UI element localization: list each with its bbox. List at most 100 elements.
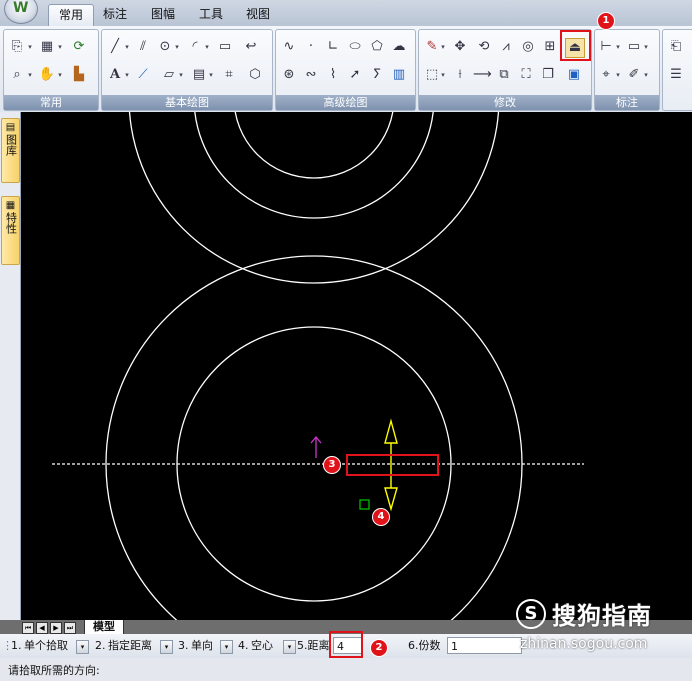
- block-icon[interactable]: ⌗: [220, 66, 238, 84]
- pick-box: [359, 499, 370, 510]
- app-menu-button[interactable]: W: [4, 0, 38, 24]
- group-label: 高级绘图: [276, 95, 415, 110]
- arc-icon[interactable]: ◜: [186, 38, 204, 56]
- trim-icon[interactable]: ⟊: [451, 66, 469, 84]
- wave-icon[interactable]: ∾: [302, 66, 320, 84]
- table-icon[interactable]: ▤: [190, 66, 208, 84]
- chevron-down-icon[interactable]: ▾: [615, 66, 621, 84]
- curve-icon[interactable]: ⵢ: [368, 66, 386, 84]
- box-select-icon[interactable]: ⬚: [423, 66, 441, 84]
- chevron-down-icon[interactable]: ▾: [174, 38, 180, 56]
- pick-mode-dropdown[interactable]: ▾: [76, 640, 89, 654]
- rectangle-icon[interactable]: ▭: [216, 38, 234, 56]
- tab-common[interactable]: 常用: [48, 4, 95, 26]
- text-style-icon[interactable]: ▭: [625, 38, 643, 56]
- polyline-icon[interactable]: ↩: [242, 38, 260, 56]
- prev-layout-button[interactable]: ◀: [36, 622, 48, 634]
- clipboard-copy-icon[interactable]: ⎘: [8, 38, 26, 56]
- tab-properties[interactable]: ▦ 特性: [1, 196, 20, 265]
- erase-icon[interactable]: ✎: [423, 38, 441, 56]
- copies-input[interactable]: 1: [447, 637, 522, 654]
- slash-icon[interactable]: ⟋: [134, 66, 152, 84]
- insert-icon[interactable]: ▥: [390, 66, 408, 84]
- tab-sheet[interactable]: 图幅: [141, 4, 185, 25]
- tab-model[interactable]: 模型: [84, 620, 124, 635]
- chevron-down-icon[interactable]: ▾: [440, 66, 446, 84]
- circle-icon[interactable]: ⊙: [156, 38, 174, 56]
- mirror-icon[interactable]: ⩘: [497, 38, 515, 56]
- pick-mode-value[interactable]: 单个拾取: [24, 638, 68, 654]
- brush-icon[interactable]: ▙: [70, 66, 88, 84]
- text-icon[interactable]: A: [106, 66, 124, 84]
- top-middle-circle[interactable]: [194, 112, 434, 219]
- option-1-number: 1.: [11, 639, 22, 652]
- pattern-icon[interactable]: ⊛: [280, 66, 298, 84]
- document-icon[interactable]: ⎗: [667, 38, 685, 56]
- chevron-down-icon[interactable]: ▾: [208, 66, 214, 84]
- paste-icon[interactable]: ▦: [38, 38, 56, 56]
- spline-icon[interactable]: ∿: [280, 38, 298, 56]
- chevron-down-icon[interactable]: ▾: [178, 66, 184, 84]
- app-logo-icon: W: [13, 0, 29, 16]
- chevron-down-icon[interactable]: ▾: [643, 38, 649, 56]
- tolerance-icon[interactable]: ⌖: [597, 66, 615, 84]
- group-label: 修改: [419, 95, 591, 110]
- explode-icon[interactable]: ▣: [565, 66, 583, 84]
- scale-icon[interactable]: ⧉: [495, 66, 513, 84]
- dimension-icon[interactable]: ⊢: [597, 38, 615, 56]
- first-layout-button[interactable]: ⏮: [22, 622, 34, 634]
- extend-icon[interactable]: ⟶: [473, 66, 492, 84]
- direction-mode-dropdown[interactable]: ▾: [220, 640, 233, 654]
- tab-library[interactable]: ▤ 图库: [1, 118, 20, 183]
- angle-icon[interactable]: ∟: [324, 38, 342, 56]
- parallel-line-icon[interactable]: ⫽: [134, 38, 152, 56]
- chevron-down-icon[interactable]: ▾: [27, 66, 33, 84]
- chevron-down-icon[interactable]: ▾: [643, 66, 649, 84]
- match-properties-icon[interactable]: ⟳: [70, 38, 88, 56]
- last-layout-button[interactable]: ⏭: [64, 622, 76, 634]
- stretch-icon[interactable]: ⛶: [517, 66, 535, 84]
- chevron-down-icon[interactable]: ▾: [57, 38, 63, 56]
- chevron-down-icon[interactable]: ▾: [124, 66, 130, 84]
- next-layout-button[interactable]: ▶: [50, 622, 62, 634]
- revision-cloud-icon[interactable]: ☁: [390, 38, 408, 56]
- chevron-down-icon[interactable]: ▾: [124, 38, 130, 56]
- highlight-equidistant-button: [560, 30, 591, 61]
- break-icon[interactable]: ⌇: [324, 66, 342, 84]
- polygon-icon[interactable]: ⬠: [368, 38, 386, 56]
- chevron-down-icon[interactable]: ▾: [615, 38, 621, 56]
- zoom-icon[interactable]: ⌕: [8, 66, 26, 84]
- drawing-canvas[interactable]: [21, 112, 692, 620]
- chevron-down-icon[interactable]: ▾: [57, 66, 63, 84]
- region-icon[interactable]: ⬡: [246, 66, 264, 84]
- copy-icon[interactable]: ❐: [539, 66, 557, 84]
- bottom-outer-circle[interactable]: [105, 255, 523, 620]
- tab-annotate[interactable]: 标注: [93, 4, 137, 25]
- top-outer-circle[interactable]: [128, 112, 500, 284]
- lineweight-icon[interactable]: ☰: [667, 66, 685, 84]
- array-icon[interactable]: ⊞: [541, 38, 559, 56]
- ellipse-icon[interactable]: ⬭: [346, 38, 364, 56]
- leader-icon[interactable]: ✐: [625, 66, 643, 84]
- hatch-icon[interactable]: ▱: [160, 66, 178, 84]
- chevron-down-icon[interactable]: ▾: [440, 38, 446, 56]
- rotate-icon[interactable]: ⟲: [475, 38, 493, 56]
- line-icon[interactable]: ╱: [106, 38, 124, 56]
- offset-icon[interactable]: ◎: [519, 38, 537, 56]
- chevron-down-icon[interactable]: ▾: [204, 38, 210, 56]
- chevron-down-icon[interactable]: ▾: [27, 38, 33, 56]
- fill-mode-dropdown[interactable]: ▾: [283, 640, 296, 654]
- direction-mode-value[interactable]: 单向: [191, 638, 213, 654]
- distance-mode-dropdown[interactable]: ▾: [160, 640, 173, 654]
- top-inner-circle[interactable]: [234, 112, 394, 179]
- distance-mode-value[interactable]: 指定距离: [108, 638, 152, 654]
- point-icon[interactable]: ·: [302, 38, 320, 56]
- highlight-direction-arrow: [346, 454, 439, 476]
- arrow-icon[interactable]: ➚: [346, 66, 364, 84]
- fill-mode-value[interactable]: 空心: [251, 638, 273, 654]
- option-4-number: 4.: [238, 639, 249, 652]
- move-icon[interactable]: ✥: [451, 38, 469, 56]
- tab-view[interactable]: 视图: [236, 4, 280, 25]
- tab-tools[interactable]: 工具: [189, 4, 233, 25]
- pan-icon[interactable]: ✋: [38, 66, 56, 84]
